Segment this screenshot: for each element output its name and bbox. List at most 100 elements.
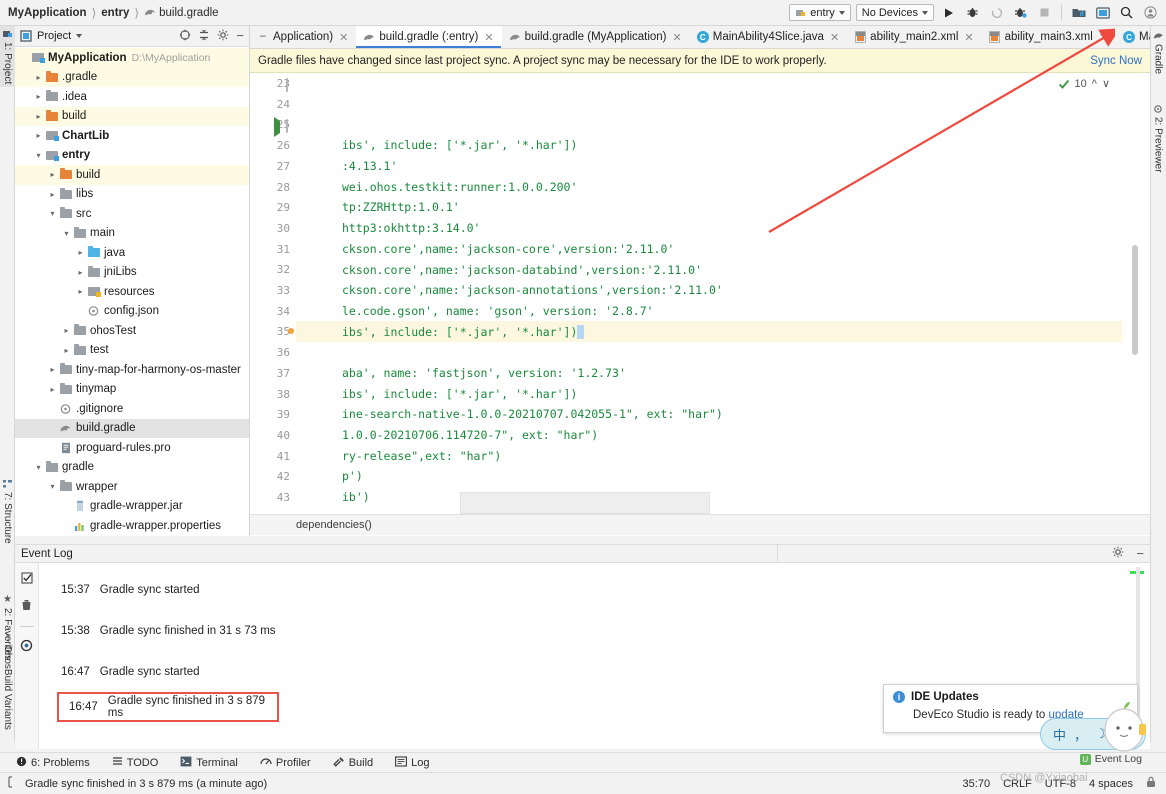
tree-node-jnilibs[interactable]: ▸ jniLibs: [15, 263, 249, 283]
chevron-down-icon[interactable]: [76, 34, 83, 38]
tree-node-entry[interactable]: ▾ entry: [15, 146, 249, 166]
chevron-right-icon[interactable]: ▸: [33, 112, 44, 121]
sidebar-item-project[interactable]: 1: Project: [0, 26, 15, 88]
tree-node-build[interactable]: ▸ build: [15, 165, 249, 185]
clear-all-icon[interactable]: [21, 599, 32, 614]
code-line[interactable]: http3:okhttp:3.14.0': [296, 218, 1122, 239]
editor-gutter[interactable]: 23 24 25 26 27 28 29 30 31 32 33 34 35 36 37 38 39 40 41 42…: [250, 73, 294, 535]
gear-icon[interactable]: [217, 29, 229, 44]
hide-panel-icon[interactable]: −: [236, 29, 244, 42]
next-highlight-icon[interactable]: ∨: [1102, 77, 1110, 90]
chevron-right-icon[interactable]: ▸: [75, 287, 86, 296]
close-icon[interactable]: ✕: [339, 31, 348, 44]
chevron-right-icon[interactable]: ▸: [61, 346, 72, 355]
editor-tab[interactable]: ability_main2.xml ✕: [847, 26, 981, 48]
stop-icon[interactable]: [1035, 3, 1054, 22]
sidebar-item-gradle[interactable]: Gradle: [1150, 28, 1166, 77]
code-line[interactable]: tp:ZZRHttp:1.0.1': [296, 197, 1122, 218]
bottom-tab-profiler[interactable]: Profiler: [260, 756, 311, 770]
close-icon[interactable]: ✕: [964, 31, 973, 44]
ime-language-glyph[interactable]: 中: [1053, 725, 1066, 744]
chevron-right-icon[interactable]: ▸: [75, 268, 86, 277]
code-line[interactable]: ibs', include: ['*.jar', '*.har']): [296, 321, 1122, 342]
chevron-down-icon[interactable]: ▾: [33, 151, 44, 160]
gear-icon[interactable]: [1112, 546, 1124, 561]
editor-tab[interactable]: C MainAbility4Slice.java ✕: [690, 26, 847, 48]
chevron-right-icon[interactable]: ▸: [33, 92, 44, 101]
tree-node-config-json[interactable]: config.json: [15, 302, 249, 322]
breadcrumb-item-module[interactable]: entry: [101, 7, 129, 19]
previous-highlight-icon[interactable]: ^: [1092, 78, 1097, 90]
tree-node-tinymap[interactable]: ▸ tinymap: [15, 380, 249, 400]
event-log-entry[interactable]: 15:37 Gradle sync started: [39, 569, 1150, 610]
code-line[interactable]: p'): [296, 466, 1122, 487]
chevron-down-icon[interactable]: ▾: [47, 209, 58, 218]
code-line[interactable]: [296, 94, 1122, 115]
tree-node-gradle[interactable]: ▸ .gradle: [15, 67, 249, 87]
collapse-all-icon[interactable]: [198, 29, 210, 44]
tree-node-build-gradle[interactable]: build.gradle: [15, 418, 249, 438]
editor-scrollbar-thumb[interactable]: [1132, 245, 1138, 355]
chevron-down-icon[interactable]: ▾: [61, 229, 72, 238]
chevron-down-icon[interactable]: ▾: [33, 463, 44, 472]
editor-tab[interactable]: − Application) ✕: [250, 26, 356, 48]
chevron-right-icon[interactable]: ▸: [47, 190, 58, 199]
warning-gutter-icon[interactable]: [288, 328, 294, 335]
lock-icon[interactable]: [1146, 776, 1156, 791]
event-log-status-tag[interactable]: U Event Log: [1079, 753, 1142, 765]
device-manager-icon[interactable]: [1093, 3, 1112, 22]
sidebar-item-previewer[interactable]: 2: Previewer: [1150, 101, 1166, 176]
event-log-entry[interactable]: 16:47 Gradle sync finished in 3 s 879 ms: [57, 692, 279, 722]
code-fold-icon[interactable]: [286, 119, 288, 134]
bottom-tab-log[interactable]: Log: [395, 755, 430, 770]
breadcrumb-item-file[interactable]: build.gradle: [159, 7, 218, 19]
code-line[interactable]: ibs', include: ['*.jar', '*.har']): [296, 135, 1122, 156]
device-selector[interactable]: No Devices: [855, 4, 934, 21]
code-line[interactable]: [296, 114, 1122, 135]
bottom-tab-terminal[interactable]: Terminal: [180, 756, 238, 770]
sync-now-link[interactable]: Sync Now: [1090, 55, 1142, 67]
code-content[interactable]: ibs', include: ['*.jar', '*.har']):4.13.…: [296, 73, 1122, 528]
code-line[interactable]: :4.13.1': [296, 156, 1122, 177]
tree-node-tiny-map-for-harmony-os-master[interactable]: ▸ tiny-map-for-harmony-os-master: [15, 360, 249, 380]
code-line[interactable]: [296, 73, 1122, 94]
tree-node-gitignore[interactable]: .gitignore: [15, 399, 249, 419]
chevron-right-icon[interactable]: ▸: [61, 326, 72, 335]
mark-all-read-icon[interactable]: [20, 572, 33, 587]
editor-breadcrumb[interactable]: dependencies(): [250, 514, 1150, 535]
chevron-right-icon[interactable]: ▸: [47, 385, 58, 394]
search-everywhere-icon[interactable]: [1117, 3, 1136, 22]
code-line[interactable]: wei.ohos.testkit:runner:1.0.0.200': [296, 176, 1122, 197]
tree-node-chartlib[interactable]: ▸ ChartLib: [15, 126, 249, 146]
close-icon[interactable]: ✕: [830, 31, 839, 44]
scroll-from-source-icon[interactable]: [179, 29, 191, 44]
run-icon[interactable]: [939, 3, 958, 22]
editor-tab[interactable]: build.gradle (:entry) ✕: [356, 26, 502, 48]
code-line[interactable]: ry-release",ext: "har"): [296, 445, 1122, 466]
tree-node-java[interactable]: ▸ java: [15, 243, 249, 263]
event-log-entry[interactable]: 15:38 Gradle sync finished in 31 s 73 ms: [39, 610, 1150, 651]
code-line[interactable]: ckson.core',name:'jackson-core',version:…: [296, 239, 1122, 260]
tree-node-ohostest[interactable]: ▸ ohosTest: [15, 321, 249, 341]
close-icon[interactable]: ✕: [484, 31, 493, 44]
tree-node-libs[interactable]: ▸ libs: [15, 185, 249, 205]
account-icon[interactable]: [1141, 3, 1160, 22]
close-icon[interactable]: ✕: [1099, 31, 1108, 44]
run-configuration-selector[interactable]: entry: [789, 4, 851, 21]
editor-tab[interactable]: CMainAbilitySlice.java✕: [1116, 26, 1150, 48]
ime-punctuation-glyph[interactable]: ，: [1074, 725, 1087, 744]
tree-node-src[interactable]: ▾ src: [15, 204, 249, 224]
code-line[interactable]: ibs', include: ['*.jar', '*.har']): [296, 383, 1122, 404]
tree-node-build[interactable]: ▸ build: [15, 106, 249, 126]
code-line[interactable]: ckson.core',name:'jackson-annotations',v…: [296, 280, 1122, 301]
chevron-right-icon[interactable]: ▸: [33, 73, 44, 82]
code-line[interactable]: ine-search-native-1.0.0-20210707.042055-…: [296, 404, 1122, 425]
chevron-right-icon[interactable]: ▸: [47, 170, 58, 179]
tree-node-gradle-wrapper-jar[interactable]: gradle-wrapper.jar: [15, 497, 249, 517]
tree-node-gradle-wrapper-properties[interactable]: gradle-wrapper.properties: [15, 516, 249, 536]
sdk-manager-icon[interactable]: [1069, 3, 1088, 22]
bottom-tab-6-problems[interactable]: 6: Problems: [16, 756, 90, 770]
editor-tab[interactable]: build.gradle (MyApplication) ✕: [502, 26, 690, 48]
editor-tab[interactable]: ability_main3.xml ✕: [982, 26, 1116, 48]
chevron-right-icon[interactable]: ▸: [33, 131, 44, 140]
